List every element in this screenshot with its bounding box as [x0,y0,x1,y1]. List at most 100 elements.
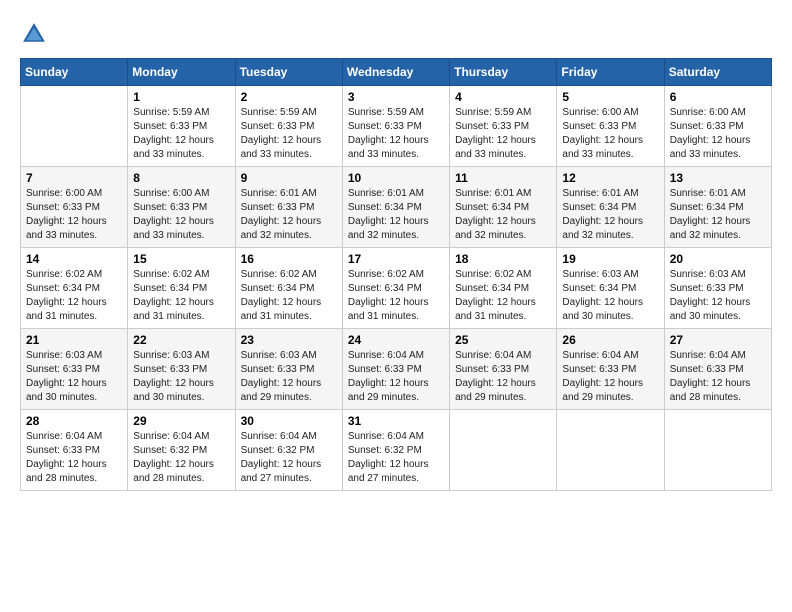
calendar-cell: 4 Sunrise: 5:59 AM Sunset: 6:33 PM Daylig… [450,86,557,167]
day-number: 10 [348,171,444,185]
logo-icon [20,20,48,48]
calendar-cell [557,410,664,491]
weekday-header-monday: Monday [128,59,235,86]
day-number: 27 [670,333,766,347]
day-number: 24 [348,333,444,347]
day-info: Sunrise: 6:00 AM Sunset: 6:33 PM Dayligh… [133,187,229,243]
day-number: 5 [562,90,658,104]
weekday-header-row: SundayMondayTuesdayWednesdayThursdayFrid… [21,59,772,86]
day-info: Sunrise: 6:01 AM Sunset: 6:34 PM Dayligh… [455,187,551,243]
week-row-1: 1 Sunrise: 5:59 AM Sunset: 6:33 PM Daylig… [21,86,772,167]
calendar-cell: 9 Sunrise: 6:01 AM Sunset: 6:33 PM Daylig… [235,167,342,248]
day-number: 6 [670,90,766,104]
calendar-cell: 10 Sunrise: 6:01 AM Sunset: 6:34 PM Dayli… [342,167,449,248]
day-number: 23 [241,333,337,347]
day-number: 31 [348,414,444,428]
calendar-cell: 29 Sunrise: 6:04 AM Sunset: 6:32 PM Dayli… [128,410,235,491]
day-number: 29 [133,414,229,428]
calendar-cell: 26Sunrise: 6:04 AM Sunset: 6:33 PM Dayli… [557,329,664,410]
day-number: 1 [133,90,229,104]
day-info: Sunrise: 6:01 AM Sunset: 6:34 PM Dayligh… [670,187,766,243]
calendar-cell: 13 Sunrise: 6:01 AM Sunset: 6:34 PM Dayli… [664,167,771,248]
calendar-cell: 11Sunrise: 6:01 AM Sunset: 6:34 PM Dayli… [450,167,557,248]
day-info: Sunrise: 6:04 AM Sunset: 6:33 PM Dayligh… [455,349,551,405]
day-info: Sunrise: 6:03 AM Sunset: 6:34 PM Dayligh… [562,268,658,324]
day-info: Sunrise: 6:02 AM Sunset: 6:34 PM Dayligh… [455,268,551,324]
day-info: Sunrise: 6:00 AM Sunset: 6:33 PM Dayligh… [562,106,658,162]
calendar-cell: 6 Sunrise: 6:00 AM Sunset: 6:33 PM Daylig… [664,86,771,167]
day-info: Sunrise: 6:04 AM Sunset: 6:33 PM Dayligh… [562,349,658,405]
day-number: 20 [670,252,766,266]
day-number: 15 [133,252,229,266]
day-info: Sunrise: 6:03 AM Sunset: 6:33 PM Dayligh… [670,268,766,324]
weekday-header-saturday: Saturday [664,59,771,86]
day-info: Sunrise: 6:01 AM Sunset: 6:34 PM Dayligh… [348,187,444,243]
day-number: 25 [455,333,551,347]
calendar-table: SundayMondayTuesdayWednesdayThursdayFrid… [20,58,772,491]
day-info: Sunrise: 5:59 AM Sunset: 6:33 PM Dayligh… [241,106,337,162]
day-info: Sunrise: 6:00 AM Sunset: 6:33 PM Dayligh… [670,106,766,162]
day-info: Sunrise: 6:02 AM Sunset: 6:34 PM Dayligh… [133,268,229,324]
day-info: Sunrise: 5:59 AM Sunset: 6:33 PM Dayligh… [133,106,229,162]
day-info: Sunrise: 6:03 AM Sunset: 6:33 PM Dayligh… [241,349,337,405]
day-info: Sunrise: 6:04 AM Sunset: 6:32 PM Dayligh… [348,430,444,486]
day-number: 13 [670,171,766,185]
calendar-cell: 19 Sunrise: 6:03 AM Sunset: 6:34 PM Dayli… [557,248,664,329]
day-info: Sunrise: 5:59 AM Sunset: 6:33 PM Dayligh… [455,106,551,162]
day-number: 12 [562,171,658,185]
logo [20,20,52,48]
day-info: Sunrise: 6:02 AM Sunset: 6:34 PM Dayligh… [26,268,122,324]
calendar-cell: 22Sunrise: 6:03 AM Sunset: 6:33 PM Dayli… [128,329,235,410]
day-info: Sunrise: 6:03 AM Sunset: 6:33 PM Dayligh… [133,349,229,405]
day-info: Sunrise: 6:04 AM Sunset: 6:32 PM Dayligh… [241,430,337,486]
day-info: Sunrise: 6:04 AM Sunset: 6:33 PM Dayligh… [670,349,766,405]
day-number: 16 [241,252,337,266]
calendar-cell [664,410,771,491]
calendar-cell: 18Sunrise: 6:02 AM Sunset: 6:34 PM Dayli… [450,248,557,329]
day-info: Sunrise: 6:00 AM Sunset: 6:33 PM Dayligh… [26,187,122,243]
calendar-cell: 23 Sunrise: 6:03 AM Sunset: 6:33 PM Dayli… [235,329,342,410]
calendar-cell: 27 Sunrise: 6:04 AM Sunset: 6:33 PM Dayli… [664,329,771,410]
weekday-header-tuesday: Tuesday [235,59,342,86]
week-row-2: 7 Sunrise: 6:00 AM Sunset: 6:33 PM Daylig… [21,167,772,248]
week-row-3: 14 Sunrise: 6:02 AM Sunset: 6:34 PM Dayli… [21,248,772,329]
calendar-cell: 14 Sunrise: 6:02 AM Sunset: 6:34 PM Dayli… [21,248,128,329]
day-number: 7 [26,171,122,185]
calendar-cell: 24 Sunrise: 6:04 AM Sunset: 6:33 PM Dayli… [342,329,449,410]
day-info: Sunrise: 6:03 AM Sunset: 6:33 PM Dayligh… [26,349,122,405]
week-row-4: 21 Sunrise: 6:03 AM Sunset: 6:33 PM Dayli… [21,329,772,410]
day-number: 19 [562,252,658,266]
weekday-header-thursday: Thursday [450,59,557,86]
calendar-cell [450,410,557,491]
day-info: Sunrise: 6:01 AM Sunset: 6:34 PM Dayligh… [562,187,658,243]
day-info: Sunrise: 6:04 AM Sunset: 6:33 PM Dayligh… [348,349,444,405]
day-info: Sunrise: 6:04 AM Sunset: 6:33 PM Dayligh… [26,430,122,486]
calendar-cell: 15 Sunrise: 6:02 AM Sunset: 6:34 PM Dayli… [128,248,235,329]
day-number: 14 [26,252,122,266]
day-number: 9 [241,171,337,185]
page-header [20,20,772,48]
day-number: 2 [241,90,337,104]
day-number: 30 [241,414,337,428]
calendar-cell: 31 Sunrise: 6:04 AM Sunset: 6:32 PM Dayli… [342,410,449,491]
day-number: 4 [455,90,551,104]
calendar-cell: 5 Sunrise: 6:00 AM Sunset: 6:33 PM Daylig… [557,86,664,167]
calendar-cell: 17Sunrise: 6:02 AM Sunset: 6:34 PM Dayli… [342,248,449,329]
day-info: Sunrise: 6:01 AM Sunset: 6:33 PM Dayligh… [241,187,337,243]
day-number: 21 [26,333,122,347]
calendar-cell: 7 Sunrise: 6:00 AM Sunset: 6:33 PM Daylig… [21,167,128,248]
calendar-cell: 3Sunrise: 5:59 AM Sunset: 6:33 PM Daylig… [342,86,449,167]
calendar-cell: 12 Sunrise: 6:01 AM Sunset: 6:34 PM Dayli… [557,167,664,248]
calendar-cell: 21 Sunrise: 6:03 AM Sunset: 6:33 PM Dayli… [21,329,128,410]
calendar-cell: 2 Sunrise: 5:59 AM Sunset: 6:33 PM Daylig… [235,86,342,167]
day-number: 28 [26,414,122,428]
calendar-cell: 1 Sunrise: 5:59 AM Sunset: 6:33 PM Daylig… [128,86,235,167]
day-number: 8 [133,171,229,185]
day-info: Sunrise: 6:02 AM Sunset: 6:34 PM Dayligh… [241,268,337,324]
weekday-header-sunday: Sunday [21,59,128,86]
calendar-cell: 25 Sunrise: 6:04 AM Sunset: 6:33 PM Dayli… [450,329,557,410]
day-info: Sunrise: 5:59 AM Sunset: 6:33 PM Dayligh… [348,106,444,162]
day-info: Sunrise: 6:04 AM Sunset: 6:32 PM Dayligh… [133,430,229,486]
day-number: 17 [348,252,444,266]
weekday-header-friday: Friday [557,59,664,86]
